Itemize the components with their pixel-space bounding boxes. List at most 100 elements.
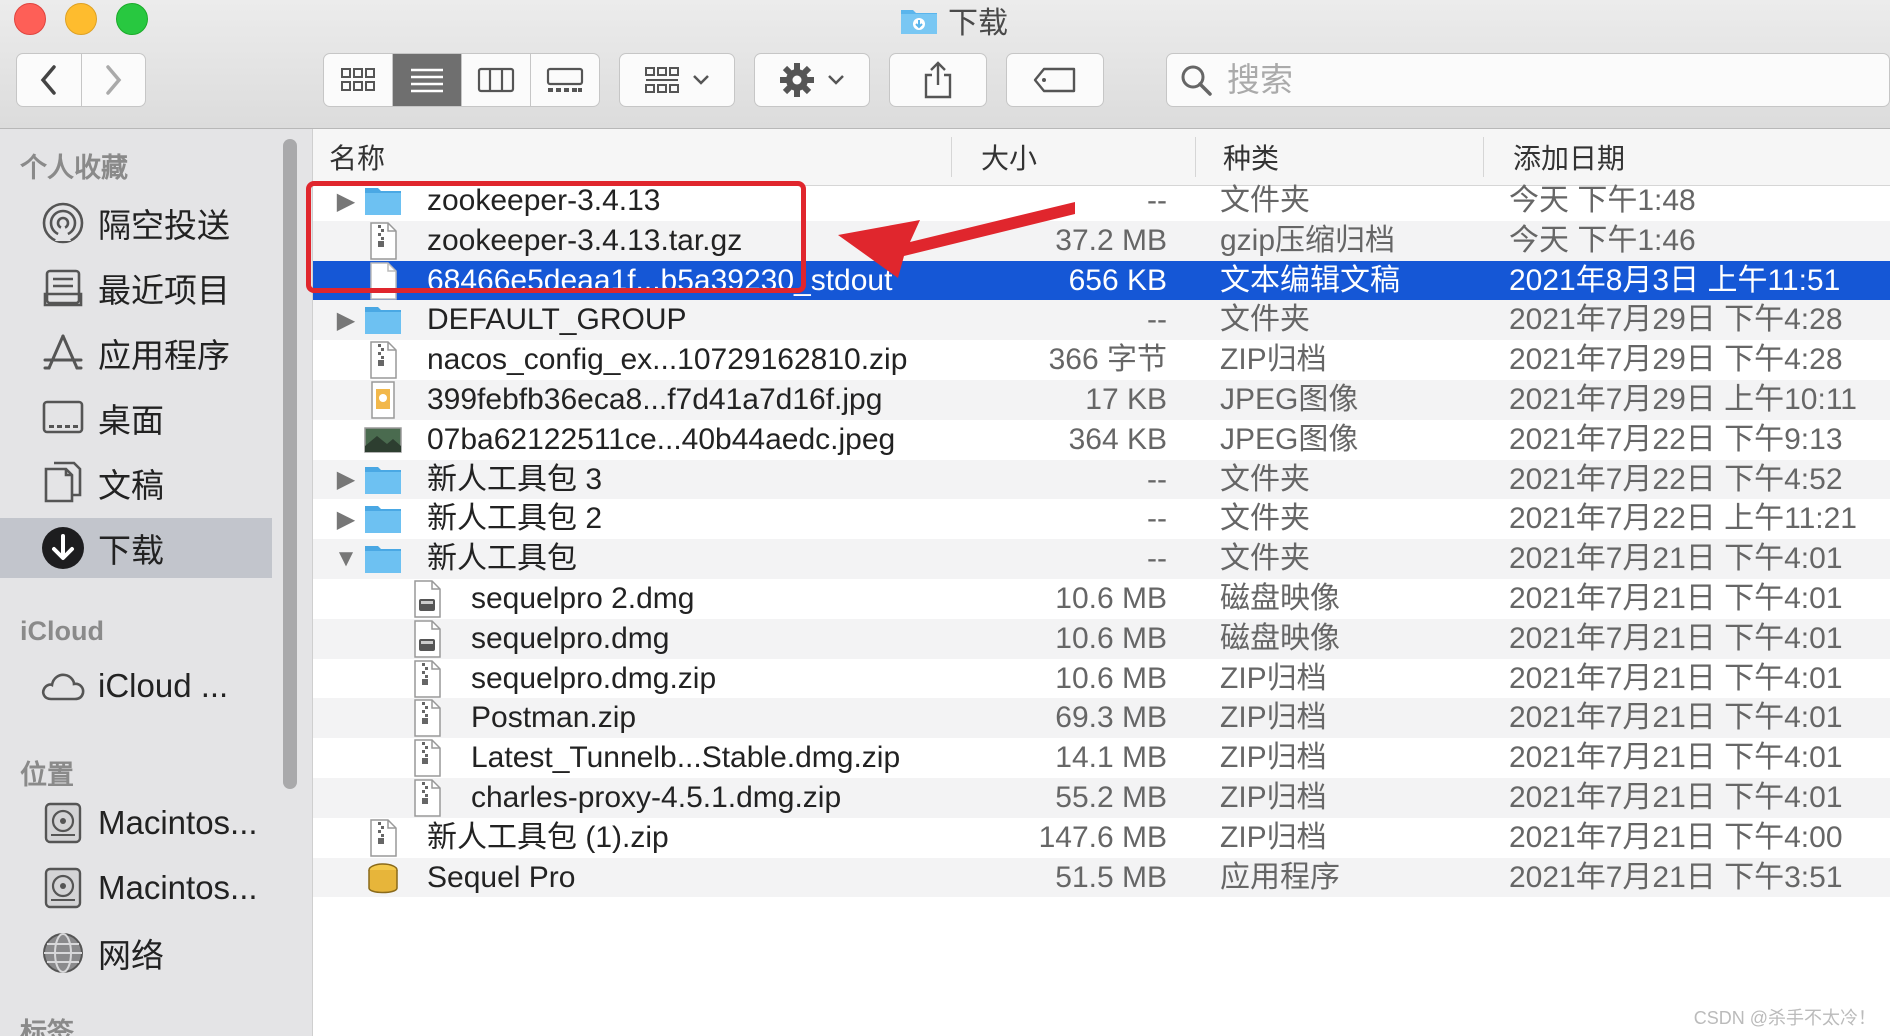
gear-icon bbox=[780, 63, 814, 97]
window-title: 下载 bbox=[900, 0, 1008, 40]
chevron-left-icon bbox=[40, 65, 56, 95]
minimize-window-button[interactable] bbox=[65, 3, 97, 35]
sidebar-scrollbar[interactable] bbox=[283, 139, 297, 789]
file-kind: ZIP归档 bbox=[1220, 343, 1327, 377]
file-row[interactable]: 新人工具包 (1).zip 147.6 MB ZIP归档 2021年7月21日 下午4… bbox=[313, 818, 1890, 858]
file-row[interactable]: Latest_Tunnelb...Stable.dmg.zip 14.1 MB ZI… bbox=[313, 738, 1890, 778]
file-kind: ZIP归档 bbox=[1220, 741, 1327, 775]
file-row[interactable]: sequelpro 2.dmg 10.6 MB 磁盘映像 2021年7月21日 下午4… bbox=[313, 579, 1890, 619]
sidebar-item-documents[interactable]: 文稿 bbox=[0, 453, 272, 513]
file-date-added: 2021年8月3日 上午11:51 bbox=[1509, 263, 1841, 297]
file-date-added: 2021年7月21日 下午4:01 bbox=[1509, 661, 1843, 695]
sidebar-item-macintosh-hd-1[interactable]: Macintos... bbox=[0, 793, 272, 853]
file-row[interactable]: 07ba62122511ce...40b44aedc.jpeg 364 KB JPE… bbox=[313, 420, 1890, 460]
toolbar: 下载 bbox=[0, 0, 1890, 129]
gallery-view-button[interactable] bbox=[531, 54, 599, 106]
file-size: -- bbox=[1147, 542, 1167, 576]
file-row[interactable]: ▶ 新人工具包 2 -- 文件夹 2021年7月22日 上午11:21 bbox=[313, 499, 1890, 539]
sidebar-section-tags: 标签 bbox=[20, 1018, 74, 1036]
sidebar-item-recents[interactable]: 最近项目 bbox=[0, 258, 272, 318]
file-kind: ZIP归档 bbox=[1220, 701, 1327, 735]
file-kind: JPEG图像 bbox=[1220, 422, 1359, 456]
sidebar-item-label: Macintos... bbox=[98, 804, 258, 841]
file-date-added: 2021年7月21日 下午4:01 bbox=[1509, 542, 1843, 576]
column-header-name[interactable]: 名称 bbox=[329, 129, 385, 185]
sidebar-item-macintosh-hd-2[interactable]: Macintos... bbox=[0, 858, 272, 918]
file-kind: ZIP归档 bbox=[1220, 661, 1327, 695]
sidebar-item-applications[interactable]: 应用程序 bbox=[0, 323, 272, 383]
column-header-date-added[interactable]: 添加日期 bbox=[1513, 129, 1625, 185]
file-kind: 文件夹 bbox=[1220, 502, 1310, 536]
tag-button[interactable] bbox=[1006, 53, 1104, 107]
file-size: 10.6 MB bbox=[1055, 582, 1167, 615]
file-row[interactable]: nacos_config_ex...10729162810.zip 366 字节 Z… bbox=[313, 340, 1890, 380]
file-date-added: 2021年7月21日 下午3:51 bbox=[1509, 860, 1843, 894]
file-row[interactable]: Postman.zip 69.3 MB ZIP归档 2021年7月21日 下午4:01 bbox=[313, 698, 1890, 739]
back-button[interactable] bbox=[17, 54, 82, 106]
file-row[interactable]: ▶ DEFAULT_GROUP -- 文件夹 2021年7月29日 下午4:28 bbox=[313, 300, 1890, 341]
file-row[interactable]: Sequel Pro 51.5 MB 应用程序 2021年7月21日 下午3:51 bbox=[313, 857, 1890, 898]
sidebar-item-network[interactable]: 网络 bbox=[0, 923, 272, 983]
navigation-buttons bbox=[16, 53, 146, 107]
icon-view-button[interactable] bbox=[324, 54, 393, 106]
zoom-window-button[interactable] bbox=[116, 3, 148, 35]
column-header-size[interactable]: 大小 bbox=[981, 129, 1037, 185]
sidebar-item-airdrop[interactable]: 隔空投送 bbox=[0, 193, 272, 253]
sidebar-section-favorites: 个人收藏 bbox=[20, 153, 128, 183]
file-row[interactable]: ▶ 新人工具包 3 -- 文件夹 2021年7月22日 下午4:52 bbox=[313, 459, 1890, 500]
file-kind: JPEG图像 bbox=[1220, 383, 1359, 416]
group-icon bbox=[645, 67, 679, 93]
file-kind: ZIP归档 bbox=[1220, 781, 1327, 814]
column-view-button[interactable] bbox=[462, 54, 531, 106]
forward-button[interactable] bbox=[82, 54, 146, 106]
list-icon bbox=[411, 68, 443, 93]
file-size: 55.2 MB bbox=[1055, 781, 1167, 814]
file-date-added: 今天 下午1:48 bbox=[1509, 184, 1696, 217]
sidebar-item-label: 下载 bbox=[98, 532, 164, 569]
file-kind: 文件夹 bbox=[1220, 303, 1310, 337]
action-menu-button[interactable] bbox=[754, 53, 870, 107]
columns-icon bbox=[477, 67, 515, 93]
network-icon bbox=[38, 928, 88, 978]
file-row[interactable]: sequelpro.dmg 10.6 MB 磁盘映像 2021年7月21日 下午4:0… bbox=[313, 618, 1890, 659]
file-date-added: 2021年7月21日 下午4:01 bbox=[1509, 621, 1843, 655]
file-size: 366 字节 bbox=[1048, 343, 1167, 377]
sidebar-item-label: 隔空投送 bbox=[98, 207, 230, 244]
sidebar-item-desktop[interactable]: 桌面 bbox=[0, 388, 272, 448]
file-date-added: 2021年7月21日 下午4:01 bbox=[1509, 781, 1843, 814]
file-date-added: 2021年7月21日 下午4:01 bbox=[1509, 582, 1843, 615]
sidebar: 个人收藏 隔空投送 最近项目 应用程序 桌面 文稿 下载 iCloud iClo… bbox=[0, 129, 313, 1036]
file-date-added: 2021年7月29日 上午10:11 bbox=[1509, 383, 1857, 416]
window-title-text: 下载 bbox=[948, 7, 1008, 40]
file-row[interactable]: 399febfb36eca8...f7d41a7d16f.jpg 17 KB JPE… bbox=[313, 380, 1890, 420]
search-icon bbox=[1181, 65, 1212, 96]
file-kind: 文件夹 bbox=[1220, 462, 1310, 496]
search-field[interactable] bbox=[1166, 53, 1890, 107]
cloud-icon bbox=[38, 661, 88, 711]
gallery-icon bbox=[546, 67, 584, 92]
file-row[interactable]: ▼ 新人工具包 -- 文件夹 2021年7月21日 下午4:01 bbox=[313, 539, 1890, 579]
search-input[interactable] bbox=[1225, 60, 1829, 100]
close-window-button[interactable] bbox=[14, 3, 46, 35]
file-kind: gzip压缩归档 bbox=[1220, 223, 1396, 257]
file-date-added: 2021年7月22日 下午9:13 bbox=[1509, 422, 1843, 456]
share-button[interactable] bbox=[889, 53, 987, 107]
column-header-kind[interactable]: 种类 bbox=[1223, 129, 1279, 185]
file-row[interactable]: charles-proxy-4.5.1.dmg.zip 55.2 MB ZIP归档 2… bbox=[313, 778, 1890, 818]
documents-icon bbox=[38, 458, 88, 508]
recents-icon bbox=[38, 263, 88, 313]
file-kind: ZIP归档 bbox=[1220, 820, 1327, 854]
watermark: CSDN @杀手不太冷！ bbox=[1693, 1008, 1876, 1028]
group-by-button[interactable] bbox=[619, 53, 735, 107]
file-size: -- bbox=[1147, 502, 1167, 536]
sidebar-item-icloud-drive[interactable]: iCloud ... bbox=[0, 656, 272, 716]
file-size: 364 KB bbox=[1068, 422, 1167, 456]
file-row[interactable]: sequelpro.dmg.zip 10.6 MB ZIP归档 2021年7月21日 … bbox=[313, 659, 1890, 699]
tag-icon bbox=[1033, 67, 1076, 93]
sidebar-item-downloads[interactable]: 下载 bbox=[0, 518, 272, 578]
downloads-folder-icon bbox=[900, 5, 938, 35]
file-kind: 文本编辑文稿 bbox=[1220, 263, 1400, 297]
sidebar-section-icloud: iCloud bbox=[20, 616, 104, 646]
column-header-row: 名称 大小 种类 添加日期 bbox=[313, 129, 1890, 186]
list-view-button[interactable] bbox=[393, 54, 462, 106]
